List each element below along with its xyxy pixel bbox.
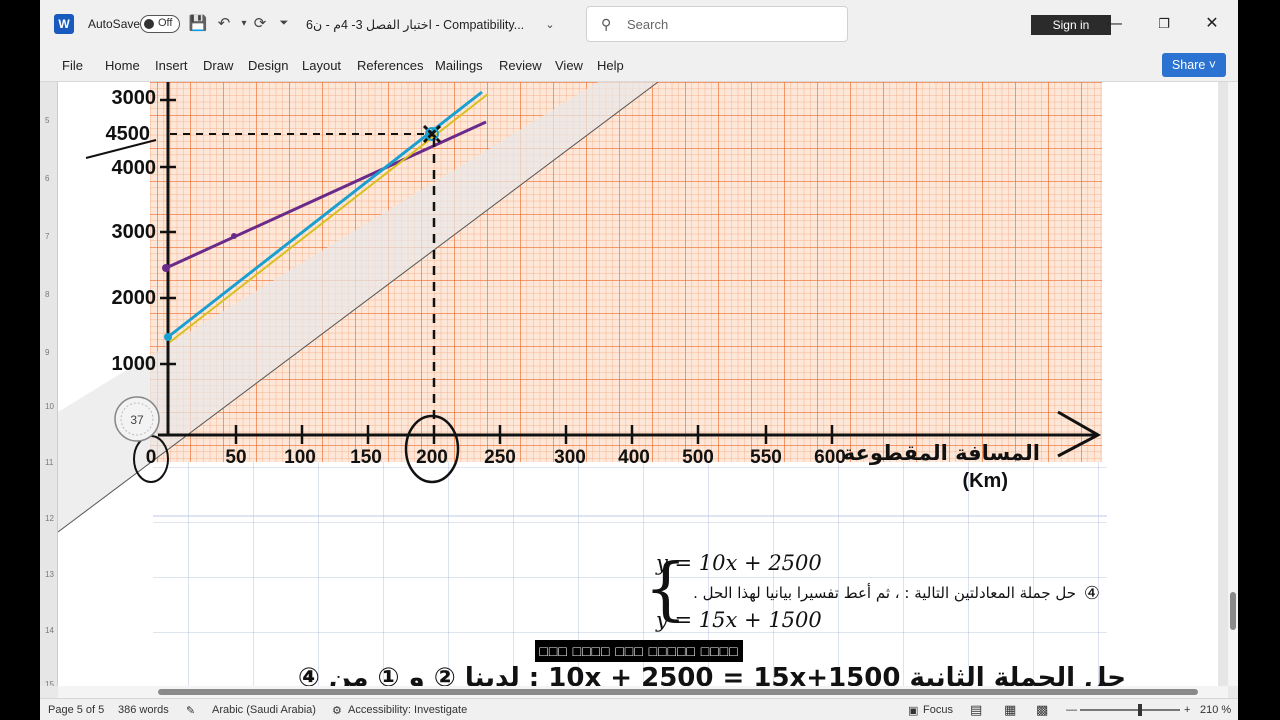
ruler-dial-value: 37 — [130, 413, 144, 427]
x-label: 50 — [225, 447, 246, 468]
save-icon[interactable]: 💾 — [188, 14, 208, 32]
tab-references[interactable]: References — [357, 58, 423, 73]
undo-icon[interactable]: ↶ — [214, 14, 234, 32]
point-blue-start — [164, 333, 172, 341]
ruler-mark: 14 — [45, 626, 54, 635]
equation-1: y = 10x + 2500 — [655, 551, 822, 575]
ruler-mark: 8 — [45, 290, 50, 299]
focus-button[interactable]: Focus — [923, 704, 953, 716]
vertical-scrollbar[interactable] — [1228, 82, 1238, 686]
equation-2: y = 15x + 1500 — [655, 608, 822, 632]
word-logo-icon: W — [54, 14, 74, 34]
page-count[interactable]: Page 5 of 5 — [48, 704, 104, 716]
accessibility-icon: ⚙ — [332, 705, 342, 717]
x-label: 250 — [484, 447, 516, 468]
word-window: W AutoSave Off 💾 ↶ ▾ ⟳ ⏷ اختبار الفصل 3-… — [40, 0, 1238, 720]
tab-insert[interactable]: Insert — [155, 58, 188, 73]
proofing-icon[interactable]: ✎ — [186, 704, 195, 717]
tab-draw[interactable]: Draw — [203, 58, 233, 73]
close-icon[interactable]: ✕ — [1200, 12, 1224, 36]
customize-toolbar-icon[interactable]: ⏷ — [274, 17, 294, 30]
share-button[interactable]: Share ˅ — [1162, 53, 1226, 77]
y-label: 3000 — [112, 221, 157, 243]
ruler-mark: 9 — [45, 348, 50, 357]
y-label: 4500 — [106, 123, 151, 145]
ruler-mark: 5 — [45, 116, 50, 125]
restore-icon[interactable]: ❐ — [1152, 12, 1176, 36]
x-axis-unit: (Km) — [962, 470, 1008, 492]
print-layout-icon[interactable]: ▦ — [1004, 702, 1016, 718]
video-caption: □□□ □□□□ □□□ □□□□□ □□□□ — [535, 640, 743, 662]
toggle-knob — [144, 19, 154, 29]
x-label: 150 — [350, 447, 382, 468]
vertical-ruler: 5 6 7 8 9 10 11 12 13 14 15 — [40, 82, 58, 686]
ruler-mark: 15 — [45, 680, 54, 686]
x-axis-title: المسافة المقطوعة — [843, 441, 1040, 465]
share-label: Share — [1171, 58, 1206, 72]
tab-mailings[interactable]: Mailings — [435, 58, 483, 73]
tab-view[interactable]: View — [555, 58, 583, 73]
x-label: 400 — [618, 447, 650, 468]
y-label: 2000 — [112, 287, 157, 309]
tab-layout[interactable]: Layout — [302, 58, 341, 73]
zoom-level[interactable]: 210 % — [1200, 704, 1231, 716]
y-label: 3000 — [112, 87, 157, 109]
question-number: ④ — [1084, 583, 1100, 604]
minimize-icon[interactable]: — — [1102, 12, 1126, 36]
question-text: حل جملة المعادلتين التالية : ، ثم أعط تف… — [693, 583, 1076, 602]
language-indicator[interactable]: Arabic (Saudi Arabia) — [212, 704, 316, 716]
title-bar: W AutoSave Off 💾 ↶ ▾ ⟳ ⏷ اختبار الفصل 3-… — [40, 0, 1238, 48]
y-label: 1000 — [112, 353, 157, 375]
title-dropdown-icon[interactable]: ⌄ — [540, 18, 560, 31]
accessibility-status[interactable]: Accessibility: Investigate — [348, 704, 467, 716]
web-layout-icon[interactable]: ▩ — [1036, 702, 1048, 718]
zoom-slider-thumb[interactable] — [1138, 704, 1142, 716]
x-label: 200 — [416, 447, 448, 468]
ruler-mark: 12 — [45, 514, 54, 523]
point-purple-mid — [231, 233, 237, 239]
redo-icon[interactable]: ⟳ — [250, 14, 270, 32]
zoom-in-icon[interactable]: + — [1184, 704, 1190, 716]
ruler-mark: 10 — [45, 402, 54, 411]
x-label: 500 — [682, 447, 714, 468]
handwritten-solution: حل الجملة الثانية 10x + 2500 = 15x+1500 … — [298, 663, 1126, 686]
x-label: 300 — [554, 447, 586, 468]
vertical-scroll-thumb[interactable] — [1230, 592, 1236, 630]
search-placeholder: Search — [627, 17, 669, 32]
sign-in-button[interactable]: Sign in — [1031, 15, 1111, 35]
x-label: 0 — [146, 447, 157, 468]
graph-figure: 3000 4500 4000 3000 2000 1000 0 50 100 1… — [58, 82, 1126, 686]
zoom-out-icon[interactable]: — — [1066, 704, 1077, 716]
autosave-toggle[interactable]: Off — [140, 15, 180, 33]
ribbon-tabs: File Home Insert Draw Design Layout Refe… — [40, 48, 1238, 82]
x-label: 100 — [284, 447, 316, 468]
word-count[interactable]: 386 words — [118, 704, 169, 716]
document-page[interactable]: 3000 4500 4000 3000 2000 1000 0 50 100 1… — [58, 82, 1218, 686]
ruler-mark: 7 — [45, 232, 50, 241]
focus-icon: ▣ — [908, 705, 919, 717]
search-icon: ⚲ — [601, 16, 612, 32]
x-label: 600 — [814, 447, 846, 468]
document-title[interactable]: اختبار الفصل 3- 4م - ن6 - Compatibility.… — [306, 17, 524, 32]
document-canvas[interactable]: 5 6 7 8 9 10 11 12 13 14 15 3000 4500 40… — [40, 82, 1228, 686]
ruler-mark: 13 — [45, 570, 54, 579]
ruler-mark: 11 — [45, 458, 54, 467]
search-box[interactable]: ⚲ Search — [586, 6, 848, 42]
x-label: 550 — [750, 447, 782, 468]
read-mode-icon[interactable]: ▤ — [970, 702, 982, 718]
autosave-label: AutoSave — [88, 17, 141, 31]
autosave-state: Off — [158, 17, 173, 29]
horizontal-scrollbar[interactable] — [58, 686, 1228, 698]
tab-design[interactable]: Design — [248, 58, 288, 73]
tab-review[interactable]: Review — [499, 58, 542, 73]
y-label: 4000 — [112, 157, 157, 179]
tab-help[interactable]: Help — [597, 58, 624, 73]
ruler-mark: 6 — [45, 174, 50, 183]
horizontal-scroll-thumb[interactable] — [158, 689, 1198, 695]
status-bar: Page 5 of 5 386 words ✎ Arabic (Saudi Ar… — [40, 698, 1238, 720]
point-purple-start — [162, 264, 170, 272]
tab-file[interactable]: File — [62, 58, 83, 73]
zoom-slider[interactable] — [1080, 709, 1180, 711]
tab-home[interactable]: Home — [105, 58, 140, 73]
